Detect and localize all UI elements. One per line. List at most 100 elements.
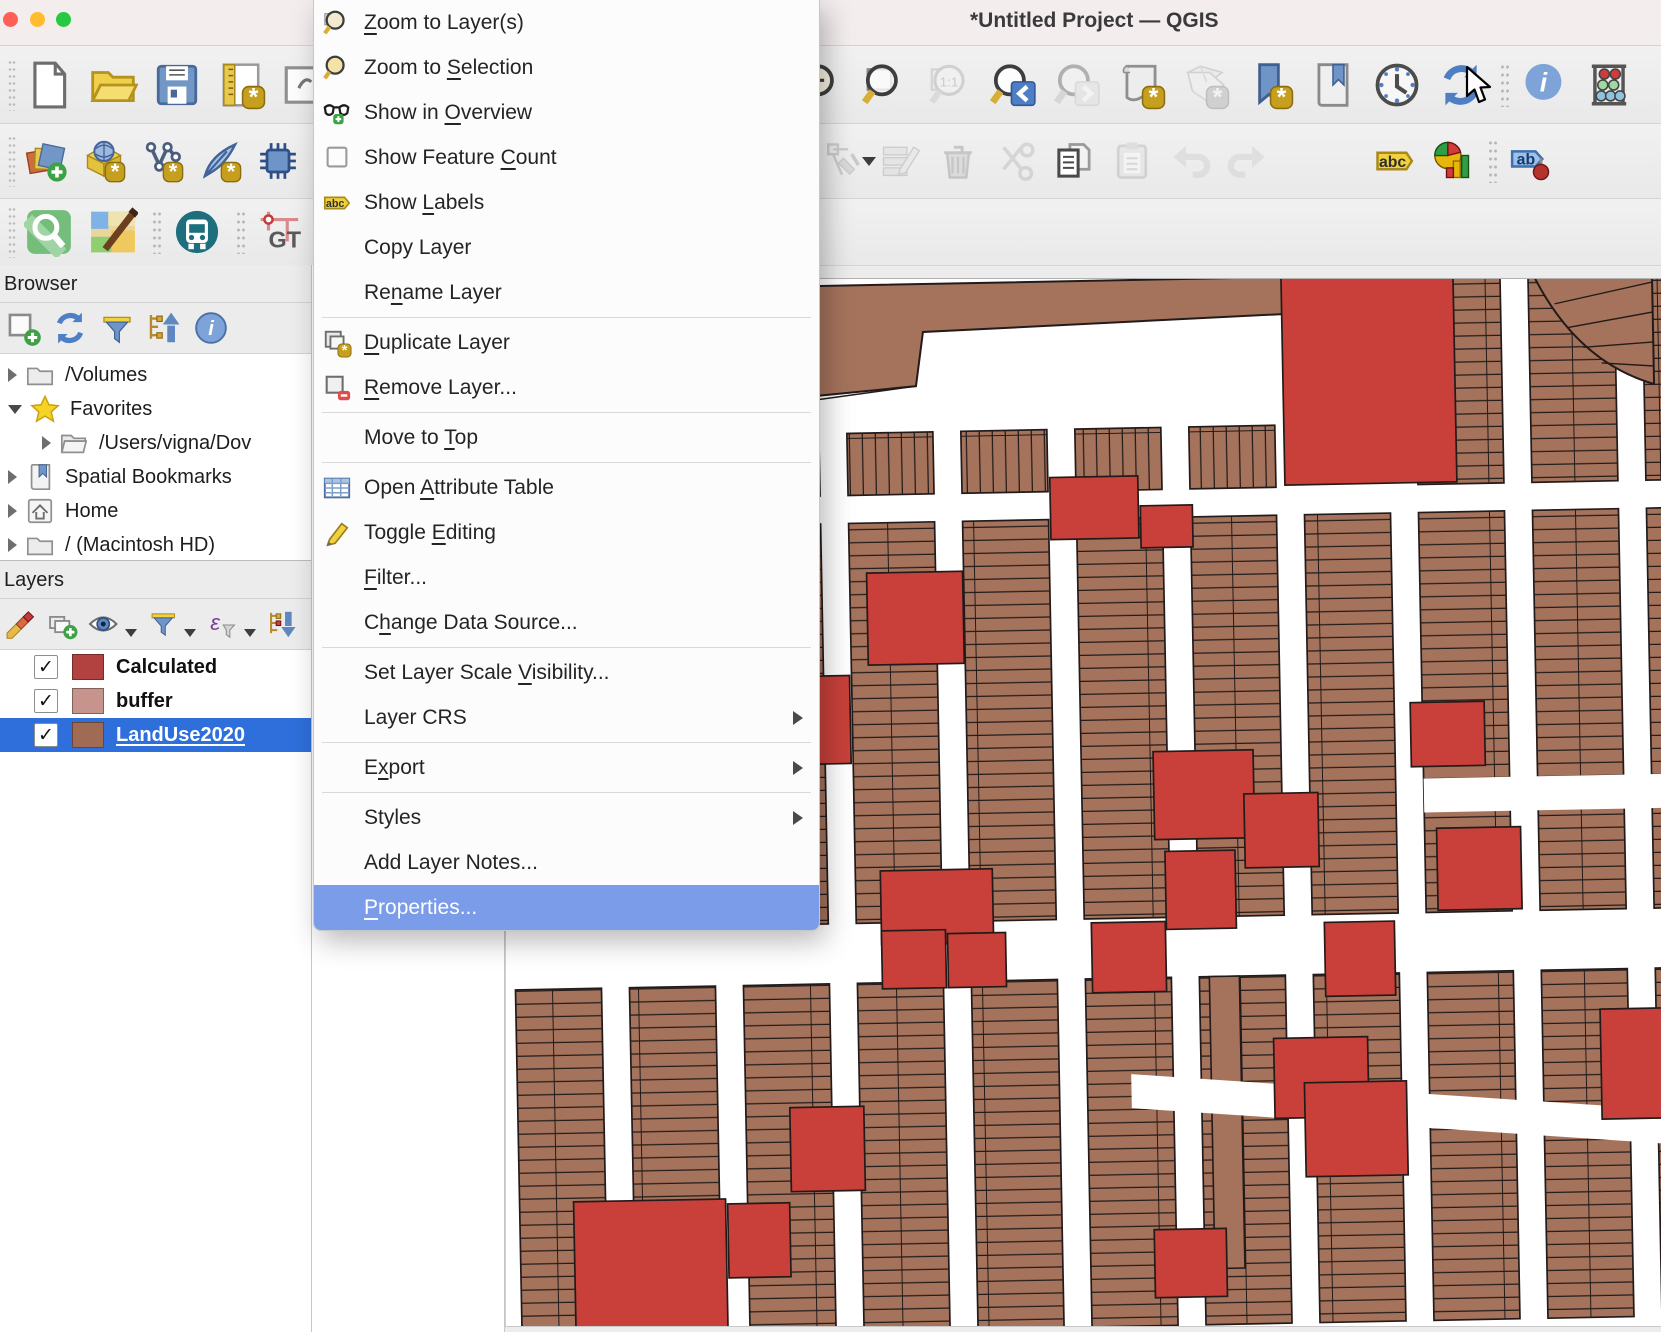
toolbar-separator (1488, 139, 1498, 183)
zoom-last-button[interactable] (988, 60, 1038, 110)
menu-item-label: Copy Layer (364, 235, 472, 259)
menu-item-move-to-top[interactable]: Move to Top (314, 415, 819, 460)
menu-item-layer-crs[interactable]: Layer CRS (314, 695, 819, 740)
dropdown-caret-icon[interactable] (243, 629, 256, 637)
open-project-button[interactable] (88, 60, 139, 110)
minimize-window-button[interactable] (30, 12, 45, 27)
menu-item-copy-layer[interactable]: Copy Layer (314, 225, 819, 270)
m-count-icon (322, 143, 356, 173)
toolbar-row-3: GT (0, 199, 1661, 266)
layer-context-menu: Zoom to Layer(s) Zoom to Selection Show in… (313, 0, 820, 931)
svg-text:abc: abc (326, 198, 345, 210)
browser-collapse-all-button[interactable] (145, 309, 183, 347)
browser-properties-button[interactable]: i (192, 309, 230, 347)
titlebar: *Untitled Project — QGIS (0, 0, 1661, 46)
t-star-icon (30, 394, 60, 424)
identify-features-button[interactable]: i (1520, 60, 1570, 110)
zoom-window-button[interactable] (56, 12, 71, 27)
layer-styling-button[interactable] (4, 605, 37, 643)
plugin-osm-edit-button[interactable] (88, 207, 139, 257)
menu-item-label: Change Data Source... (364, 610, 578, 634)
browser-refresh-button[interactable] (51, 309, 89, 347)
filter-expression-button[interactable]: ε (206, 605, 239, 643)
menu-item-label: Styles (364, 805, 422, 829)
toolbar-drag-handle[interactable] (8, 206, 16, 258)
dropdown-caret-icon[interactable] (124, 629, 137, 637)
menu-item-rename-layer[interactable]: Rename Layer (314, 270, 819, 315)
zoom-full-button[interactable] (860, 60, 910, 110)
menu-item-label: Zoom to Selection (364, 55, 534, 79)
new-print-layout-button[interactable]: * (216, 60, 266, 111)
layer-diagram-button[interactable] (1430, 139, 1474, 183)
save-project-button[interactable] (152, 60, 202, 110)
menu-item-duplicate-layer[interactable]: * Duplicate Layer (314, 320, 819, 365)
menu-item-export[interactable]: Export (314, 745, 819, 790)
add-group-button[interactable] (46, 605, 79, 643)
plugin-search-button[interactable] (22, 207, 74, 259)
plugin-gtfs-button[interactable]: GT (256, 207, 306, 257)
menu-item-change-data-source[interactable]: Change Data Source... (314, 600, 819, 645)
browser-add-selected-layers-button[interactable] (4, 309, 42, 347)
menu-item-styles[interactable]: Styles (314, 795, 819, 840)
layer-visibility-checkbox[interactable]: ✓ (34, 689, 58, 713)
copy-features-button[interactable] (1052, 139, 1096, 183)
close-window-button[interactable] (3, 12, 18, 27)
refresh-map-button[interactable] (1436, 60, 1486, 110)
processing-toolbox-button[interactable] (256, 139, 300, 183)
menu-item-toggle-editing[interactable]: Toggle Editing (314, 510, 819, 555)
expander-right-icon[interactable] (8, 368, 17, 382)
menu-item-set-layer-scale-visibility[interactable]: Set Layer Scale Visibility... (314, 650, 819, 695)
menu-item-show-feature-count[interactable]: Show Feature Count (314, 135, 819, 180)
browser-tree-item[interactable]: / (Macintosh HD) (0, 528, 311, 560)
layer-row-landuse2020[interactable]: ✓ LandUse2020 (0, 718, 311, 752)
expander-right-icon[interactable] (8, 504, 17, 518)
expand-collapse-button[interactable] (266, 605, 299, 643)
menu-item-show-in-overview[interactable]: Show in Overview (314, 90, 819, 135)
menu-item-zoom-to-layer-s[interactable]: Zoom to Layer(s) (314, 0, 819, 45)
expander-right-icon[interactable] (42, 436, 51, 450)
map-tips-button[interactable]: ab (1508, 139, 1552, 183)
new-spatial-bookmark-button[interactable]: * (1244, 60, 1294, 111)
new-shapefile-layer-button[interactable]: * (140, 139, 184, 184)
browser-tree-item[interactable]: Favorites (0, 392, 311, 426)
browser-tree-item[interactable]: Home (0, 494, 311, 528)
expander-down-icon[interactable] (8, 404, 22, 414)
browser-tree-item[interactable]: /Volumes (0, 358, 311, 392)
expander-right-icon[interactable] (8, 470, 17, 484)
statistical-summary-button[interactable] (1584, 60, 1634, 110)
menu-item-properties[interactable]: Properties... (314, 885, 819, 930)
menu-item-zoom-to-selection[interactable]: Zoom to Selection (314, 45, 819, 90)
browser-tree-item[interactable]: Spatial Bookmarks (0, 460, 311, 494)
menu-item-remove-layer[interactable]: Remove Layer... (314, 365, 819, 410)
temporal-controller-button[interactable] (1372, 60, 1422, 110)
expander-right-icon[interactable] (8, 538, 17, 552)
new-print-layout-button-2[interactable]: * (1116, 60, 1166, 111)
toolbar-drag-handle[interactable] (8, 135, 16, 187)
add-vector-layer-button[interactable]: * (82, 139, 126, 184)
menu-item-show-labels[interactable]: abc Show Labels (314, 180, 819, 225)
menu-item-label: Remove Layer... (364, 375, 517, 399)
show-spatial-bookmarks-button[interactable] (1308, 60, 1358, 110)
filter-legend-button[interactable] (147, 605, 180, 643)
new-project-button[interactable] (24, 60, 74, 110)
layer-visibility-checkbox[interactable]: ✓ (34, 655, 58, 679)
new-scratch-layer-button[interactable]: * (198, 139, 242, 184)
dropdown-caret-icon[interactable] (184, 629, 196, 637)
layer-labeling-button[interactable]: abc (1372, 139, 1416, 183)
svg-text:ε: ε (210, 610, 221, 635)
data-source-manager-button[interactable] (24, 139, 68, 183)
menu-item-add-layer-notes[interactable]: Add Layer Notes... (314, 840, 819, 885)
toolbar-drag-handle[interactable] (8, 58, 16, 111)
menu-item-open-attribute-table[interactable]: Open Attribute Table (314, 465, 819, 510)
dropdown-caret-icon[interactable] (862, 157, 876, 166)
left-dock: Browser i /Volumes Favorites/Users/vigna/… (0, 265, 312, 1332)
manage-map-themes-button[interactable] (87, 605, 120, 643)
layer-row-buffer[interactable]: ✓ buffer (0, 684, 311, 718)
browser-tree-item[interactable]: /Users/vigna/Dov (0, 426, 311, 460)
browser-filter-button[interactable] (98, 309, 136, 347)
menu-item-filter[interactable]: Filter... (314, 555, 819, 600)
layer-row-calculated[interactable]: ✓ Calculated (0, 650, 311, 684)
layer-visibility-checkbox[interactable]: ✓ (34, 723, 58, 747)
m-attr-table-icon (322, 473, 356, 503)
plugin-transit-button[interactable] (172, 207, 222, 257)
